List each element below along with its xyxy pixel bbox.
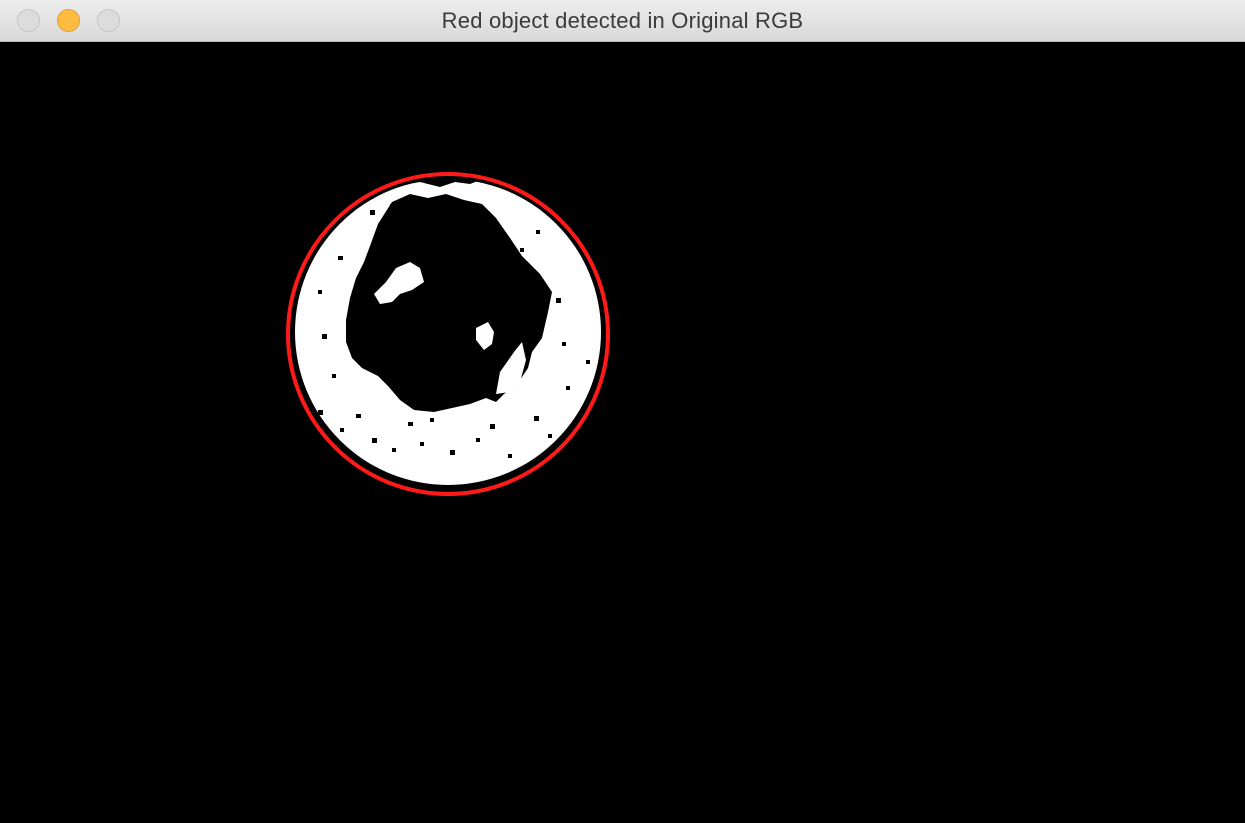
window-title: Red object detected in Original RGB xyxy=(441,8,804,33)
app-window: Red object detected in Original RGB xyxy=(0,0,1245,823)
image-canvas xyxy=(0,42,1245,823)
image-background xyxy=(0,42,1245,823)
detection-image xyxy=(0,42,1245,823)
title-bar[interactable]: Red object detected in Original RGB xyxy=(0,0,1245,42)
